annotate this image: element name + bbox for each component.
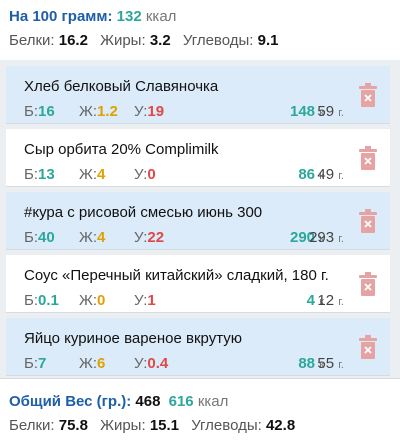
food-item[interactable]: Сыр орбита 20% Complimilk Б:13 Ж:4 У:0 8… [6,129,390,187]
carbs-value: 19 [147,103,165,120]
protein-value: 40 [38,229,55,246]
carbs-value: 1 [147,292,156,309]
food-item[interactable]: Соус «Перечный китайский» сладкий, 180 г… [6,255,390,313]
protein-label: Б: [24,103,39,120]
grams-unit: г. [338,170,344,182]
protein-label: Б: [24,166,39,183]
carbs-value: 9.1 [257,32,279,49]
grams-value: 49 [317,166,335,183]
food-item[interactable]: Хлеб белковый Славяночка Б:16 Ж:1.2 У:19… [6,66,390,124]
food-items-list: Хлеб белковый Славяночка Б:16 Ж:1.2 У:19… [0,60,400,378]
food-item-weight: 59 г. [298,103,344,122]
fat-value: 6 [97,355,106,372]
grams-value: 293 [309,229,335,246]
protein-label: Б: [24,292,39,309]
trash-icon[interactable] [358,145,378,171]
protein-value: 16.2 [58,32,88,49]
food-item[interactable]: #кура с рисовой смесью июнь 300 Б:40 Ж:4… [6,192,390,250]
grams-unit: г. [338,359,344,371]
carbs-label: У: [134,355,148,372]
carbs-value: 0 [147,166,156,183]
food-item-name: #кура с рисовой смесью июнь 300 [24,204,263,221]
per-100g-kcal-unit: ккал [145,8,177,25]
protein-label: Б: [24,355,39,372]
protein-value: 0.1 [38,292,59,309]
total-macros: Белки: 75.8 Жиры: 15.1 Углеводы: 42.8 [9,417,295,435]
fat-label: Жиры: [100,417,146,434]
totals-summary: Общий Вес (гр.): 468 616 ккал Белки: 75.… [0,378,400,441]
food-item-weight: 49 г. [298,166,344,185]
fat-label: Ж: [79,166,98,183]
food-item[interactable]: Яйцо куриное вареное вкрутую Б:7 Ж:6 У:0… [6,318,390,376]
food-item-name: Яйцо куриное вареное вкрутую [24,330,243,347]
fat-label: Жиры: [100,32,146,49]
grams-value: 12 [317,292,335,309]
per-100g-summary: На 100 грамм: 132 ккал Белки: 16.2 Жиры:… [0,0,400,60]
per-100g-line: На 100 грамм: 132 ккал [9,8,176,26]
fat-value: 4 [97,229,106,246]
protein-label: Белки: [9,417,55,434]
fat-label: Ж: [79,355,98,372]
carbs-value: 42.8 [265,417,296,434]
carbs-label: У: [134,292,148,309]
protein-value: 75.8 [58,417,88,434]
food-item-name: Хлеб белковый Славяночка [24,78,219,95]
food-item-name: Сыр орбита 20% Complimilk [24,141,219,158]
fat-label: Ж: [79,229,98,246]
grams-unit: г. [338,233,344,245]
per-100g-label: На 100 грамм: [9,8,113,25]
fat-value: 4 [97,166,106,183]
grams-unit: г. [338,107,344,119]
carbs-label: У: [134,229,148,246]
carbs-label: Углеводы: [191,417,262,434]
food-item-weight: 293 г. [298,229,344,248]
protein-value: 13 [38,166,55,183]
per-100g-macros: Белки: 16.2 Жиры: 3.2 Углеводы: 9.1 [9,32,278,50]
per-100g-kcal-value: 132 [116,8,142,25]
grams-value: 59 [317,103,335,120]
fat-value: 0 [97,292,106,309]
protein-value: 7 [38,355,47,372]
fat-value: 1.2 [97,103,118,120]
food-item-name: Соус «Перечный китайский» сладкий, 180 г… [24,267,329,284]
trash-icon[interactable] [358,334,378,360]
trash-icon[interactable] [358,208,378,234]
grams-value: 55 [317,355,335,372]
food-item-weight: 55 г. [298,355,344,374]
protein-label: Белки: [9,32,55,49]
carbs-value: 22 [147,229,165,246]
food-item-weight: 12 г. [298,292,344,311]
fat-value: 15.1 [149,417,180,434]
total-weight-line: Общий Вес (гр.): 468 616 ккал [9,393,228,411]
carbs-label: Углеводы: [182,32,254,49]
carbs-label: У: [134,103,148,120]
total-kcal-value: 616 [168,393,194,410]
fat-value: 3.2 [149,32,171,49]
carbs-label: У: [134,166,148,183]
grams-unit: г. [338,296,344,308]
total-weight-label: Общий Вес (гр.): [9,393,132,410]
protein-value: 16 [38,103,55,120]
total-kcal-unit: ккал [197,393,229,410]
fat-label: Ж: [79,292,98,309]
total-weight-value: 468 [135,393,161,410]
protein-label: Б: [24,229,39,246]
trash-icon[interactable] [358,271,378,297]
carbs-value: 0.4 [147,355,169,372]
trash-icon[interactable] [358,82,378,108]
fat-label: Ж: [79,103,98,120]
